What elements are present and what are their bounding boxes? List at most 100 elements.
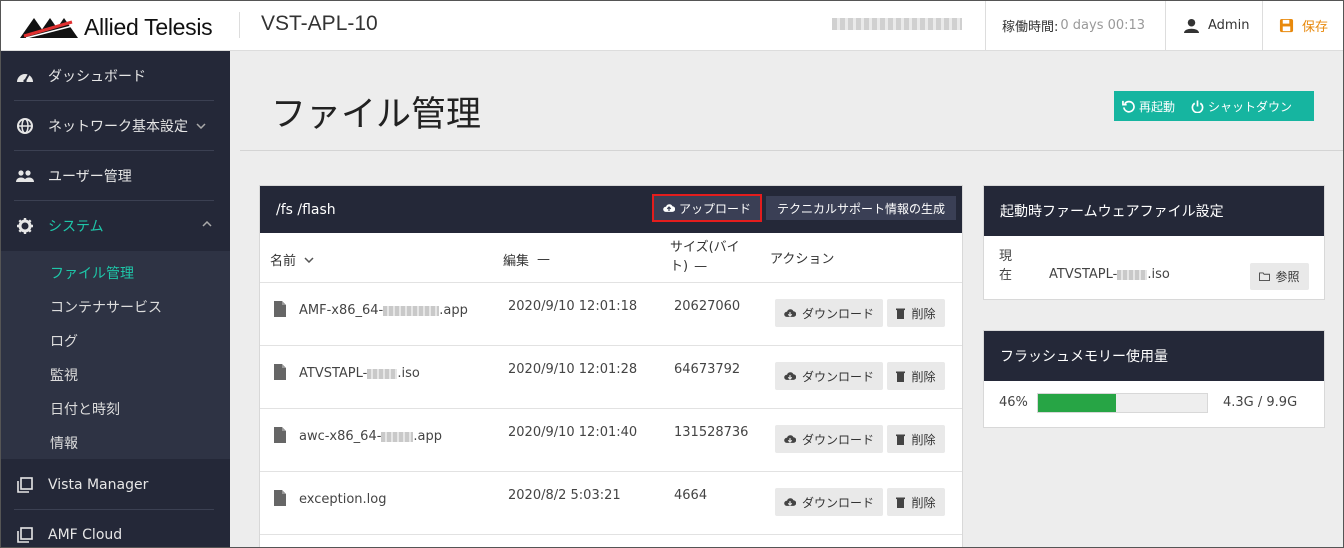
download-label: ダウンロード	[801, 495, 874, 510]
column-name-label: 名前	[270, 254, 297, 269]
download-label: ダウンロード	[801, 306, 874, 321]
file-icon	[274, 301, 286, 317]
redacted-version	[383, 305, 440, 316]
shutdown-button[interactable]: シャットダウン	[1183, 91, 1300, 121]
chevron-down-icon	[196, 123, 206, 129]
file-date: 2020/9/10 12:01:28	[508, 362, 638, 377]
reboot-button[interactable]: 再起動	[1114, 91, 1183, 121]
cloud-download-icon	[784, 372, 796, 380]
gear-icon	[16, 217, 34, 235]
column-name[interactable]: 名前	[270, 250, 314, 269]
redacted-version	[1117, 269, 1148, 280]
user-icon	[1184, 18, 1199, 33]
column-size[interactable]: サイズ(バイ ト) —	[670, 238, 740, 276]
dashboard-icon	[16, 67, 34, 85]
cloud-download-icon	[784, 435, 796, 443]
power-actions: 再起動 シャットダウン	[1114, 91, 1314, 121]
sidebar-item-network[interactable]: ネットワーク基本設定	[0, 101, 230, 151]
cloud-download-icon	[784, 498, 796, 506]
sidebar-item-dashboard[interactable]: ダッシュボード	[0, 51, 230, 101]
users-icon	[16, 167, 34, 185]
file-name[interactable]: AMF-x86_64- .app	[299, 303, 468, 318]
boot-file-suffix: .iso	[1147, 267, 1170, 282]
current-path: /fs /flash	[276, 201, 336, 218]
save-button[interactable]: 保存	[1262, 0, 1344, 51]
redacted-version	[381, 431, 414, 442]
reboot-label: 再起動	[1139, 99, 1176, 114]
download-button[interactable]: ダウンロード	[775, 488, 883, 516]
column-actions: アクション	[770, 252, 835, 267]
file-name-prefix: ATVSTAPL-	[299, 366, 368, 381]
upload-label: アップロード	[678, 201, 751, 216]
sidebar-item-label: ユーザー管理	[48, 169, 132, 185]
delete-button[interactable]: 削除	[887, 362, 945, 390]
delete-label: 削除	[911, 495, 936, 510]
uptime-value: 0 days 00:13	[1060, 18, 1146, 33]
current-label-1: 現	[999, 249, 1013, 264]
allied-telesis-logo[interactable]: Allied Telesis	[20, 14, 213, 41]
table-row: AMF-x86_64- .app 2020/9/10 12:01:18 20627…	[260, 283, 962, 346]
file-icon	[274, 427, 286, 443]
generate-techsupport-button[interactable]: テクニカルサポート情報の生成	[766, 196, 956, 220]
trash-icon	[896, 497, 906, 508]
cloud-download-icon	[784, 309, 796, 317]
submenu-item-containers[interactable]: コンテナサービス	[50, 297, 162, 317]
upload-button[interactable]: アップロード	[652, 194, 762, 222]
boot-file-prefix: ATVSTAPL-	[1049, 267, 1118, 282]
sidebar-item-label: システム	[48, 219, 104, 235]
submenu-item-monitoring[interactable]: 監視	[50, 365, 78, 385]
delete-label: 削除	[911, 306, 936, 321]
cloud-upload-icon	[663, 204, 675, 212]
globe-icon	[16, 117, 34, 135]
cloud-app-icon	[16, 526, 34, 544]
submenu-item-files[interactable]: ファイル管理	[50, 263, 134, 283]
file-name[interactable]: awc-x86_64- .app	[299, 429, 442, 444]
delete-button[interactable]: 削除	[887, 488, 945, 516]
system-submenu: ファイル管理 コンテナサービス ログ 監視 日付と時刻 情報	[0, 251, 230, 459]
sidebar: ダッシュボード ネットワーク基本設定 ユーザー管理 システム ファイル管理 コン…	[0, 51, 230, 548]
file-size: 64673792	[674, 362, 741, 377]
brand-name: Allied Telesis	[84, 14, 213, 40]
sidebar-item-system[interactable]: システム	[0, 201, 230, 251]
file-name-suffix: .app	[413, 429, 443, 444]
delete-button[interactable]: 削除	[887, 299, 945, 327]
download-button[interactable]: ダウンロード	[775, 299, 883, 327]
sidebar-item-amf-cloud[interactable]: AMF Cloud	[0, 510, 230, 548]
file-name[interactable]: exception.log	[299, 492, 386, 507]
user-menu[interactable]: Admin	[1165, 0, 1262, 51]
top-header: Allied Telesis VST-APL-10 稼働時間: 0 days 0…	[0, 0, 1344, 51]
sidebar-item-label: ネットワーク基本設定	[48, 119, 188, 135]
trash-icon	[896, 308, 906, 319]
table-row: ATVSTAPL- .iso 2020/9/10 12:01:28 6467379…	[260, 346, 962, 409]
sidebar-item-label: AMF Cloud	[48, 527, 123, 543]
file-name[interactable]: ATVSTAPL- .iso	[299, 366, 420, 381]
browse-button[interactable]: 参照	[1250, 263, 1309, 290]
file-list-header: /fs /flash アップロード テクニカルサポート情報の生成	[260, 186, 962, 233]
submenu-item-logs[interactable]: ログ	[50, 331, 78, 351]
delete-label: 削除	[911, 432, 936, 447]
submenu-item-datetime[interactable]: 日付と時刻	[50, 399, 120, 419]
sidebar-item-users[interactable]: ユーザー管理	[0, 151, 230, 201]
hostname: VST-APL-10	[261, 12, 378, 35]
column-modified[interactable]: 編集 —	[503, 250, 550, 269]
uptime: 稼働時間: 0 days 00:13	[985, 0, 1165, 51]
delete-button[interactable]: 削除	[887, 425, 945, 453]
save-icon	[1279, 18, 1294, 33]
submenu-item-info[interactable]: 情報	[50, 433, 78, 453]
title-divider	[240, 150, 1344, 151]
download-button[interactable]: ダウンロード	[775, 362, 883, 390]
file-name-prefix: AMF-x86_64-	[299, 303, 384, 318]
file-list-panel: /fs /flash アップロード テクニカルサポート情報の生成 名前 編集 —…	[259, 185, 963, 548]
download-label: ダウンロード	[801, 369, 874, 384]
redacted-version	[367, 368, 398, 379]
file-icon	[274, 364, 286, 380]
download-button[interactable]: ダウンロード	[775, 425, 883, 453]
column-size-label-2: ト)	[670, 259, 689, 274]
shutdown-label: シャットダウン	[1208, 99, 1293, 114]
sort-none-icon: —	[537, 252, 551, 267]
column-modified-label: 編集	[503, 254, 530, 269]
file-name-suffix: .iso	[397, 366, 420, 381]
flash-usage-header: フラッシュメモリー使用量	[984, 331, 1324, 381]
sidebar-item-vista-manager[interactable]: Vista Manager	[0, 460, 230, 510]
table-row: exception.log 2020/8/2 5:03:21 4664 ダウンロ…	[260, 472, 962, 535]
